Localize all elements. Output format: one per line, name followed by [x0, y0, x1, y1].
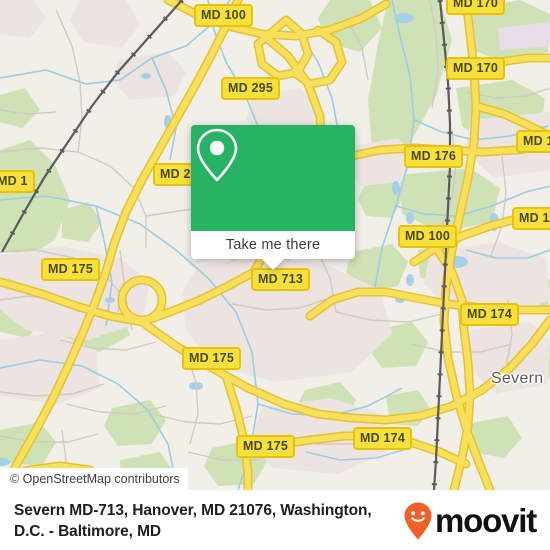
- screenshot-root: MD 170MD 100MD 170MD 295MD 17MD 176MD 29…: [0, 0, 550, 550]
- map-attribution[interactable]: © OpenStreetMap contributors: [0, 468, 188, 490]
- road-shield-label: MD 100: [398, 225, 457, 248]
- road-shield-label: MD 295: [221, 77, 280, 100]
- popup-pointer-tail: [262, 259, 284, 270]
- moovit-logo[interactable]: moovit: [403, 501, 537, 541]
- road-shield-label: MD 175: [236, 435, 295, 458]
- road-shield-label: MD 170: [446, 0, 505, 15]
- moovit-wordmark: moovit: [435, 502, 537, 539]
- road-shield-label: MD 100: [194, 4, 253, 27]
- attribution-text: © OpenStreetMap contributors: [10, 472, 180, 486]
- road-shield-label: MD 174: [460, 303, 519, 326]
- place-label: Severn: [491, 370, 544, 387]
- road-shield-label: MD 170: [446, 57, 505, 80]
- road-shield-label: MD 100: [512, 207, 550, 230]
- take-me-there-label: Take me there: [225, 237, 321, 253]
- road-shield-label: MD 713: [251, 268, 310, 291]
- popup-icon-area: [191, 125, 355, 231]
- location-title: Severn MD-713, Hanover, MD 21076, Washin…: [14, 501, 372, 540]
- road-shield-label: MD 1: [0, 170, 35, 193]
- road-shield-label: MD 175: [182, 347, 241, 370]
- road-shield-label: MD 176: [404, 145, 463, 168]
- footer-bar: Severn MD-713, Hanover, MD 21076, Washin…: [0, 490, 550, 550]
- road-shield-label: MD 174: [353, 427, 412, 450]
- take-me-there-button[interactable]: Take me there: [191, 231, 355, 270]
- moovit-pin-smile-icon: [404, 502, 432, 539]
- map-canvas[interactable]: MD 170MD 100MD 170MD 295MD 17MD 176MD 29…: [0, 0, 550, 490]
- location-popup-card[interactable]: Take me there: [191, 125, 355, 270]
- map-pin-icon: [196, 128, 238, 182]
- road-shield-label: MD 17: [516, 130, 550, 153]
- road-shield-label: MD 175: [41, 258, 100, 281]
